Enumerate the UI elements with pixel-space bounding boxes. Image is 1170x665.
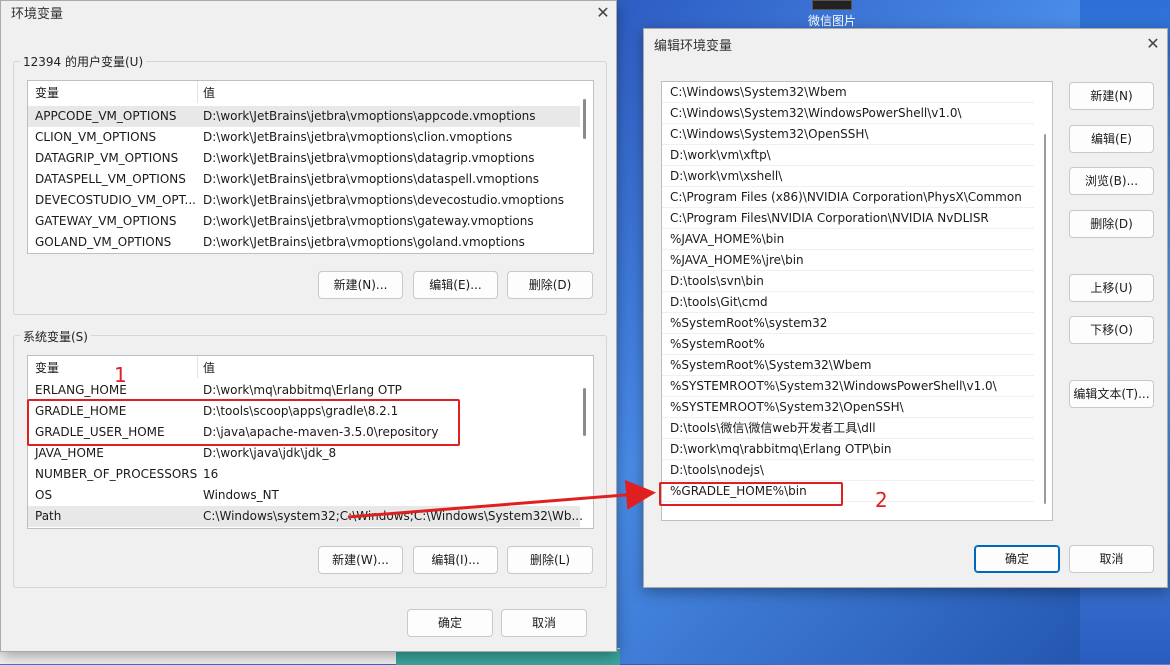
- annotation-arrow: [347, 479, 656, 519]
